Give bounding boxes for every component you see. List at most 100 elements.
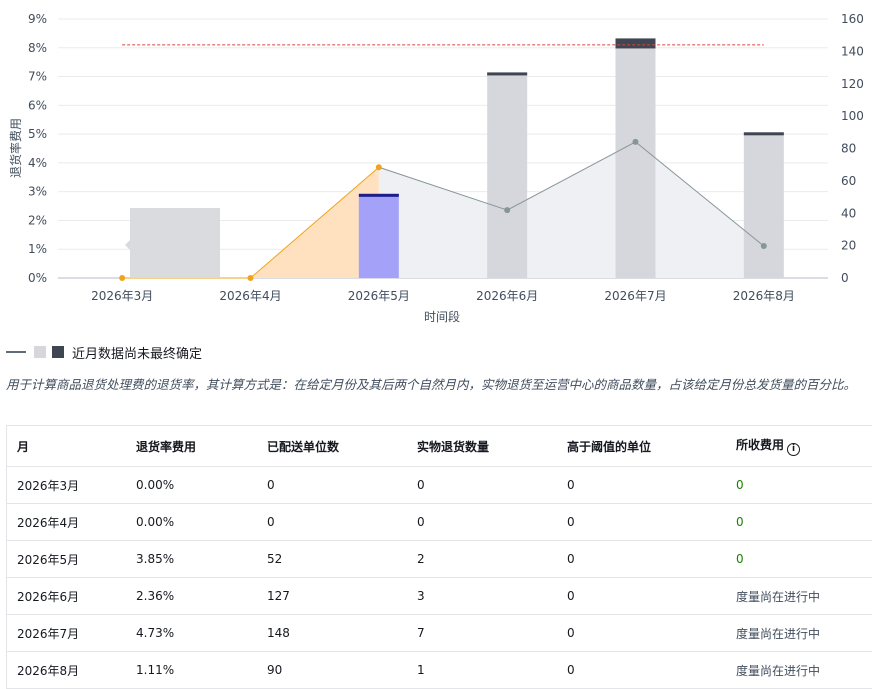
cell-month: 2026年8月: [17, 663, 80, 678]
line-point: [119, 275, 126, 281]
return-rate-table: 月 退货率费用 已配送单位数 实物退货数量 高于阈值的单位 所收费用 i 2026…: [6, 425, 872, 689]
y-left-tick-label: 5%: [28, 127, 47, 141]
y-right-tick-label: 100: [841, 109, 864, 123]
cell-shipped: 90: [267, 663, 283, 677]
col-shipped-header: 已配送单位数: [257, 426, 407, 467]
y-left-tick-label: 0%: [28, 271, 47, 285]
bar-cap: [615, 38, 656, 49]
col-above-header: 高于阈值的单位: [557, 426, 726, 467]
bar-cap: [358, 193, 399, 197]
area-pending: [378, 141, 764, 278]
cell-rate: 4.73%: [126, 614, 257, 652]
x-axis-title: 时间段: [424, 309, 460, 324]
cell-fee: 度量尚在进行中: [726, 614, 872, 652]
cell-above: 0: [567, 663, 575, 677]
cell-above: 0: [557, 503, 726, 541]
cell-rate: 0.00%: [126, 503, 257, 541]
cell-above: 0: [557, 540, 726, 578]
cell-returns: 0: [407, 503, 557, 541]
y-right-tick-label: 80: [841, 142, 856, 156]
y-left-tick-label: 8%: [28, 41, 47, 55]
x-tick-label: 2026年6月: [476, 289, 538, 303]
col-month-header: 月: [7, 426, 126, 467]
y-right-tick-label: 160: [841, 12, 864, 26]
return-rate-chart: 0% 1% 2% 3% 4% 5% 6% 7% 8% 9% 0 20 40 60 80 100 120 140 16…: [8, 12, 864, 324]
cell-month: 2026年7月: [7, 614, 126, 652]
y-left-tick-label: 1%: [28, 242, 47, 256]
cell-fee: 0: [726, 503, 872, 541]
y-left-tick-label: 2%: [28, 213, 47, 227]
y-left-tick-label: 9%: [28, 12, 47, 26]
cell-month: 2026年6月: [7, 577, 126, 615]
cell-month: 2026年3月: [7, 466, 126, 504]
cell-month: 2026年5月: [7, 540, 126, 578]
y-left-tick-label: 3%: [28, 185, 47, 199]
cell-above: 0: [557, 577, 726, 615]
cell-fee: 度量尚在进行中: [726, 577, 872, 615]
cell-shipped: 52: [257, 540, 407, 578]
table-body: 2026年3月 0.00% 0 0 0 0 2026年4月 0.00% 0 0 0 0 2026年5月 3…: [7, 466, 872, 689]
y-right-tick-label: 40: [841, 206, 856, 220]
x-tick-label: 2026年5月: [348, 289, 410, 303]
table-header-row: 月 退货率费用 已配送单位数 实物退货数量 高于阈值的单位 所收费用 i: [7, 426, 872, 467]
cell-returns: 7: [407, 614, 557, 652]
col-fee-label: 所收费用: [736, 438, 785, 452]
cell-rate: 0.00%: [126, 466, 257, 504]
y-left-tick-label: 4%: [28, 156, 47, 170]
chart-tooltip: [125, 208, 220, 278]
cell-fee: 度量尚在进行中: [736, 663, 821, 678]
col-returns-header: 实物退货数量: [407, 426, 557, 467]
legend-pending-swatch: [34, 346, 46, 358]
cell-returns: 3: [407, 577, 557, 615]
y-right-tick-label: 140: [841, 44, 864, 58]
x-tick-label: 2026年4月: [219, 289, 281, 303]
line-point: [375, 164, 382, 171]
y-right-tick-label: 60: [841, 174, 856, 188]
col-rate-header: 退货率费用: [126, 426, 257, 467]
cell-fee: 0: [726, 466, 872, 504]
tooltip-pointer: [125, 240, 130, 250]
line-point: [504, 207, 511, 214]
tooltip-box: [130, 208, 220, 278]
x-tick-label: 2026年7月: [604, 289, 666, 303]
chart-legend: 近月数据尚未最终确定: [6, 344, 203, 362]
y-right-tick-label: 120: [841, 77, 864, 91]
cell-returns: 2: [407, 540, 557, 578]
table-row: 2026年5月 3.85% 52 2 0 0: [7, 540, 872, 578]
cell-shipped: 0: [257, 503, 407, 541]
bar-cap: [743, 132, 784, 136]
bar: [487, 72, 528, 278]
cell-above: 0: [557, 614, 726, 652]
cell-rate: 3.85%: [126, 540, 257, 578]
x-tick-label: 2026年8月: [733, 289, 795, 303]
y-left-tick-label: 7%: [28, 70, 47, 84]
rate-description: 用于计算商品退货处理费的退货率，其计算方式是：在给定月份及其后两个自然月内，实物…: [6, 377, 857, 392]
table-row: 2026年8月 1.11% 90 1 0 度量尚在进行中: [7, 652, 872, 689]
table-row: 2026年4月 0.00% 0 0 0 0: [7, 503, 872, 541]
legend-pending-cap-swatch: [52, 346, 64, 358]
table-row: 2026年6月 2.36% 127 3 0 度量尚在进行中: [7, 577, 872, 615]
cell-rate: 2.36%: [126, 577, 257, 615]
bar: [358, 193, 399, 278]
cell-shipped: 0: [257, 466, 407, 504]
line-point: [632, 138, 639, 145]
cell-fee: 0: [726, 540, 872, 578]
y-right-tick-label: 0: [841, 271, 849, 285]
cell-month: 2026年4月: [7, 503, 126, 541]
x-tick-label: 2026年3月: [91, 289, 153, 303]
table-row: 2026年7月 4.73% 148 7 0 度量尚在进行中: [7, 614, 872, 652]
cell-rate: 1.11%: [136, 663, 175, 677]
line-point: [760, 243, 767, 250]
bar: [615, 38, 656, 278]
cell-shipped: 148: [257, 614, 407, 652]
y-right-tick-label: 20: [841, 239, 856, 253]
bar: [743, 132, 784, 278]
bar-cap: [487, 72, 528, 76]
y-left-tick-label: 6%: [28, 98, 47, 112]
col-fee-header: 所收费用 i: [726, 426, 872, 467]
cell-shipped: 127: [257, 577, 407, 615]
cell-above: 0: [557, 466, 726, 504]
info-icon[interactable]: i: [787, 443, 801, 456]
legend-label: 近月数据尚未最终确定: [72, 346, 203, 362]
legend-line-swatch: [6, 351, 26, 353]
